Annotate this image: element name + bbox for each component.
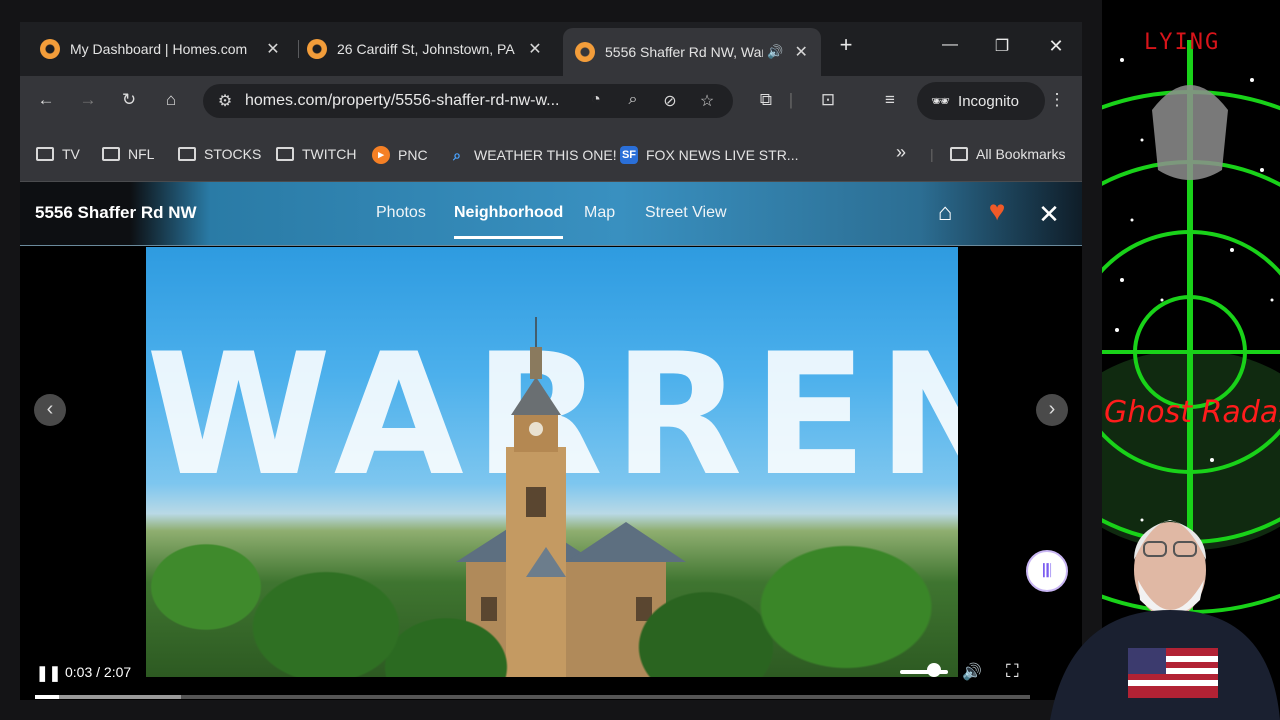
bookmark-nfl[interactable]: NFL [102,146,154,162]
site-info-icon[interactable]: ⚙ [215,91,235,111]
screen: My Dashboard | Homes.com ✕ 26 Cardiff St… [0,0,1280,720]
webcam-person [1050,520,1280,720]
flag-icon [1128,648,1218,698]
extensions-icon[interactable]: ⧉ [755,90,777,110]
tab-title: 5556 Shaffer Rd NW, War [605,44,763,60]
folder-icon [276,147,294,161]
tab-close-icon[interactable]: ✕ [527,39,543,59]
viewer-header: 5556 Shaffer Rd NW Photos Neighborhood M… [20,182,1082,246]
bookmark-label: FOX NEWS LIVE STR... [646,147,799,163]
speaker-icon[interactable]: 🔊 [767,44,783,60]
media-controls-icon[interactable]: ≡ [879,90,901,110]
bookmark-star-icon[interactable]: ☆ [697,91,717,111]
forward-icon[interactable]: → [77,90,99,110]
bookmark-fox-news[interactable]: SF FOX NEWS LIVE STR... [620,146,798,164]
video-timecode: 0:03 / 2:07 [65,664,132,680]
media-viewer: 5556 Shaffer Rd NW Photos Neighborhood M… [20,182,1082,700]
pnc-icon: ▸ [372,146,390,164]
tab-cardiff[interactable]: 26 Cardiff St, Johnstown, PA 1 ✕ [287,30,565,68]
property-address-title: 5556 Shaffer Rd NW [35,203,197,222]
next-arrow-icon[interactable]: › [1036,394,1068,426]
bookmarks-overflow-button[interactable]: » [896,142,906,163]
zoom-icon[interactable]: ⌕ [623,91,643,109]
tab-strip: My Dashboard | Homes.com ✕ 26 Cardiff St… [20,22,1082,76]
tab-close-icon[interactable]: ✕ [265,39,281,59]
bookmark-label: WEATHER THIS ONE! [474,147,617,163]
url-text[interactable]: homes.com/property/5556-shaffer-rd-nw-w.… [245,92,575,110]
address-bar[interactable]: ⚙ homes.com/property/5556-shaffer-rd-nw-… [203,84,733,118]
video-progress-bar[interactable] [35,695,1030,699]
bookmark-label: All Bookmarks [976,146,1066,162]
tab-shaffer[interactable]: 5556 Shaffer Rd NW, War 🔊 ✕ [563,28,821,76]
radar-label: Ghost Radar [1104,395,1280,430]
browser-toolbar: ← → ↻ ⌂ ⚙ homes.com/property/5556-shaffe… [20,76,1082,126]
home-icon[interactable]: ⌂ [160,90,182,110]
restore-icon[interactable]: ❐ [990,36,1014,56]
bookmark-twitch[interactable]: TWITCH [276,146,356,162]
bookmark-label: TV [62,146,80,162]
volume-slider[interactable] [900,670,948,674]
folder-icon [36,147,54,161]
incognito-indicator[interactable]: 🕶 Incognito [917,82,1045,120]
folder-icon [950,147,968,161]
homes-favicon-icon [40,39,60,59]
radar-title: LYING [1144,30,1221,55]
bookmark-label: PNC [398,147,428,163]
neighborhood-video[interactable]: WARREN [146,247,958,677]
tab-map[interactable]: Map [584,204,615,222]
bookmark-label: STOCKS [204,146,262,162]
back-icon[interactable]: ← [35,90,57,110]
homes-favicon-icon [575,42,595,62]
bookmark-label: TWITCH [302,146,357,162]
incognito-icon: 🕶 [931,93,951,110]
bookmark-stocks[interactable]: STOCKS [178,146,261,162]
favorite-heart-icon[interactable]: ♥ [982,195,1012,227]
previous-arrow-icon[interactable]: ‹ [34,394,66,426]
search-icon: ⌕ [453,147,461,163]
tab-photos[interactable]: Photos [376,204,426,222]
homes-favicon-icon [307,39,327,59]
hide-home-icon[interactable]: ⌂ [930,199,960,227]
bookmark-pnc[interactable]: ▸ PNC [372,146,428,164]
minimize-icon[interactable]: — [938,36,962,54]
bookmark-tv[interactable]: TV [36,146,80,162]
bookmark-weather[interactable]: ⌕ WEATHER THIS ONE! [448,146,617,164]
bookmarks-divider: | [930,146,934,162]
tab-street-view[interactable]: Street View [645,204,727,222]
new-tab-button[interactable]: + [834,32,858,58]
tab-title: 26 Cardiff St, Johnstown, PA 1 [337,41,517,57]
sf-icon: SF [620,146,638,164]
volume-slider-handle[interactable] [926,663,941,677]
performance-icon[interactable]: ◔ [586,91,606,109]
bookmarks-bar: TV NFL STOCKS TWITCH ▸ PNC ⌕ WEATHER THI… [20,126,1082,182]
close-window-icon[interactable]: ✕ [1044,36,1068,57]
folder-icon [178,147,196,161]
volume-icon[interactable]: 🔊 [962,662,982,682]
tab-dashboard[interactable]: My Dashboard | Homes.com ✕ [20,30,295,68]
reload-icon[interactable]: ↻ [118,90,140,110]
tree-canopy [146,477,958,677]
tab-close-icon[interactable]: ✕ [793,42,809,62]
toolbar-divider: | [788,90,794,109]
incognito-label: Incognito [958,92,1019,110]
pause-icon[interactable]: ❚❚ [36,664,61,682]
search-tabs-icon[interactable]: ⊡ [817,90,839,110]
browser-window: My Dashboard | Homes.com ✕ 26 Cardiff St… [20,22,1082,700]
all-bookmarks-button[interactable]: All Bookmarks [950,146,1065,162]
folder-icon [102,147,120,161]
progress-played [35,695,59,699]
tracking-eye-icon[interactable]: ⊘ [660,91,680,111]
video-controls: ❚❚ 0:03 / 2:07 🔊 ⛶ [20,652,1082,700]
tab-title: My Dashboard | Homes.com [70,41,248,57]
menu-kebab-icon[interactable]: ⋮ [1046,90,1068,110]
close-viewer-icon[interactable]: ✕ [1034,199,1064,230]
tab-neighborhood[interactable]: Neighborhood [454,204,564,239]
bookmark-label: NFL [128,146,155,162]
